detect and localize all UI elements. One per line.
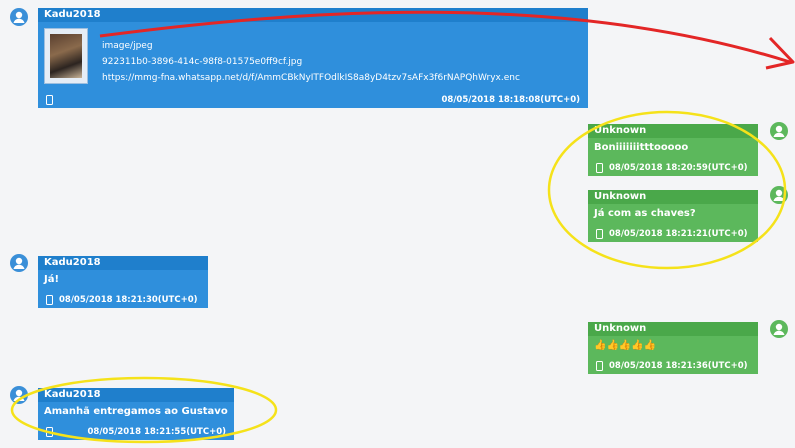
avatar [10, 386, 28, 404]
message-timestamp: 08/05/2018 18:20:59(UTC+0) [609, 163, 748, 173]
phone-icon [46, 295, 53, 305]
message-timestamp: 08/05/2018 18:21:21(UTC+0) [609, 229, 748, 239]
phone-icon [46, 427, 53, 437]
message-timestamp: 08/05/2018 18:21:36(UTC+0) [609, 361, 748, 371]
sender-name: Unknown [588, 190, 758, 204]
sender-name: Kadu2018 [38, 8, 588, 22]
message-text: Amanhã entregamos ao Gustavo [44, 406, 228, 417]
avatar [770, 186, 788, 204]
phone-icon [596, 163, 603, 173]
phone-icon [46, 95, 53, 105]
avatar [770, 122, 788, 140]
attachment-url[interactable]: https://mmg-fna.whatsapp.net/d/f/AmmCBkN… [102, 70, 520, 86]
image-thumbnail[interactable] [44, 28, 88, 84]
message-text: 👍👍👍👍👍 [594, 340, 657, 351]
message-timestamp: 08/05/2018 18:18:08(UTC+0) [441, 95, 580, 105]
avatar [770, 320, 788, 338]
message-timestamp: 08/05/2018 18:21:55(UTC+0) [87, 427, 226, 437]
sender-name: Unknown [588, 322, 758, 336]
phone-icon [596, 229, 603, 239]
message-bubble[interactable]: Kadu2018 Já! 08/05/2018 18:21:30(UTC+0) [38, 256, 208, 308]
message-bubble[interactable]: Unknown 👍👍👍👍👍 08/05/2018 18:21:36(UTC+0) [588, 322, 758, 374]
phone-icon [596, 361, 603, 371]
message-text: Já! [44, 274, 60, 285]
sender-name: Kadu2018 [38, 256, 208, 270]
sender-name: Unknown [588, 124, 758, 138]
attachment-filename: 922311b0-3896-414c-98f8-01575e0ff9cf.jpg [102, 57, 303, 67]
message-text: Boniiiiiiitttooooo [594, 142, 689, 153]
message-bubble[interactable]: Kadu2018 Amanhã entregamos ao Gustavo 08… [38, 388, 234, 440]
message-timestamp: 08/05/2018 18:21:30(UTC+0) [59, 295, 198, 305]
message-bubble[interactable]: Unknown Já com as chaves? 08/05/2018 18:… [588, 190, 758, 242]
attachment-mime: image/jpeg [102, 41, 153, 51]
avatar [10, 254, 28, 272]
message-bubble[interactable]: Unknown Boniiiiiiitttooooo 08/05/2018 18… [588, 124, 758, 176]
red-arrow-head [765, 36, 795, 70]
message-text: Já com as chaves? [594, 208, 696, 219]
message-bubble[interactable]: Kadu2018 image/jpeg 922311b0-3896-414c-9… [38, 8, 588, 108]
avatar [10, 8, 28, 26]
sender-name: Kadu2018 [38, 388, 234, 402]
